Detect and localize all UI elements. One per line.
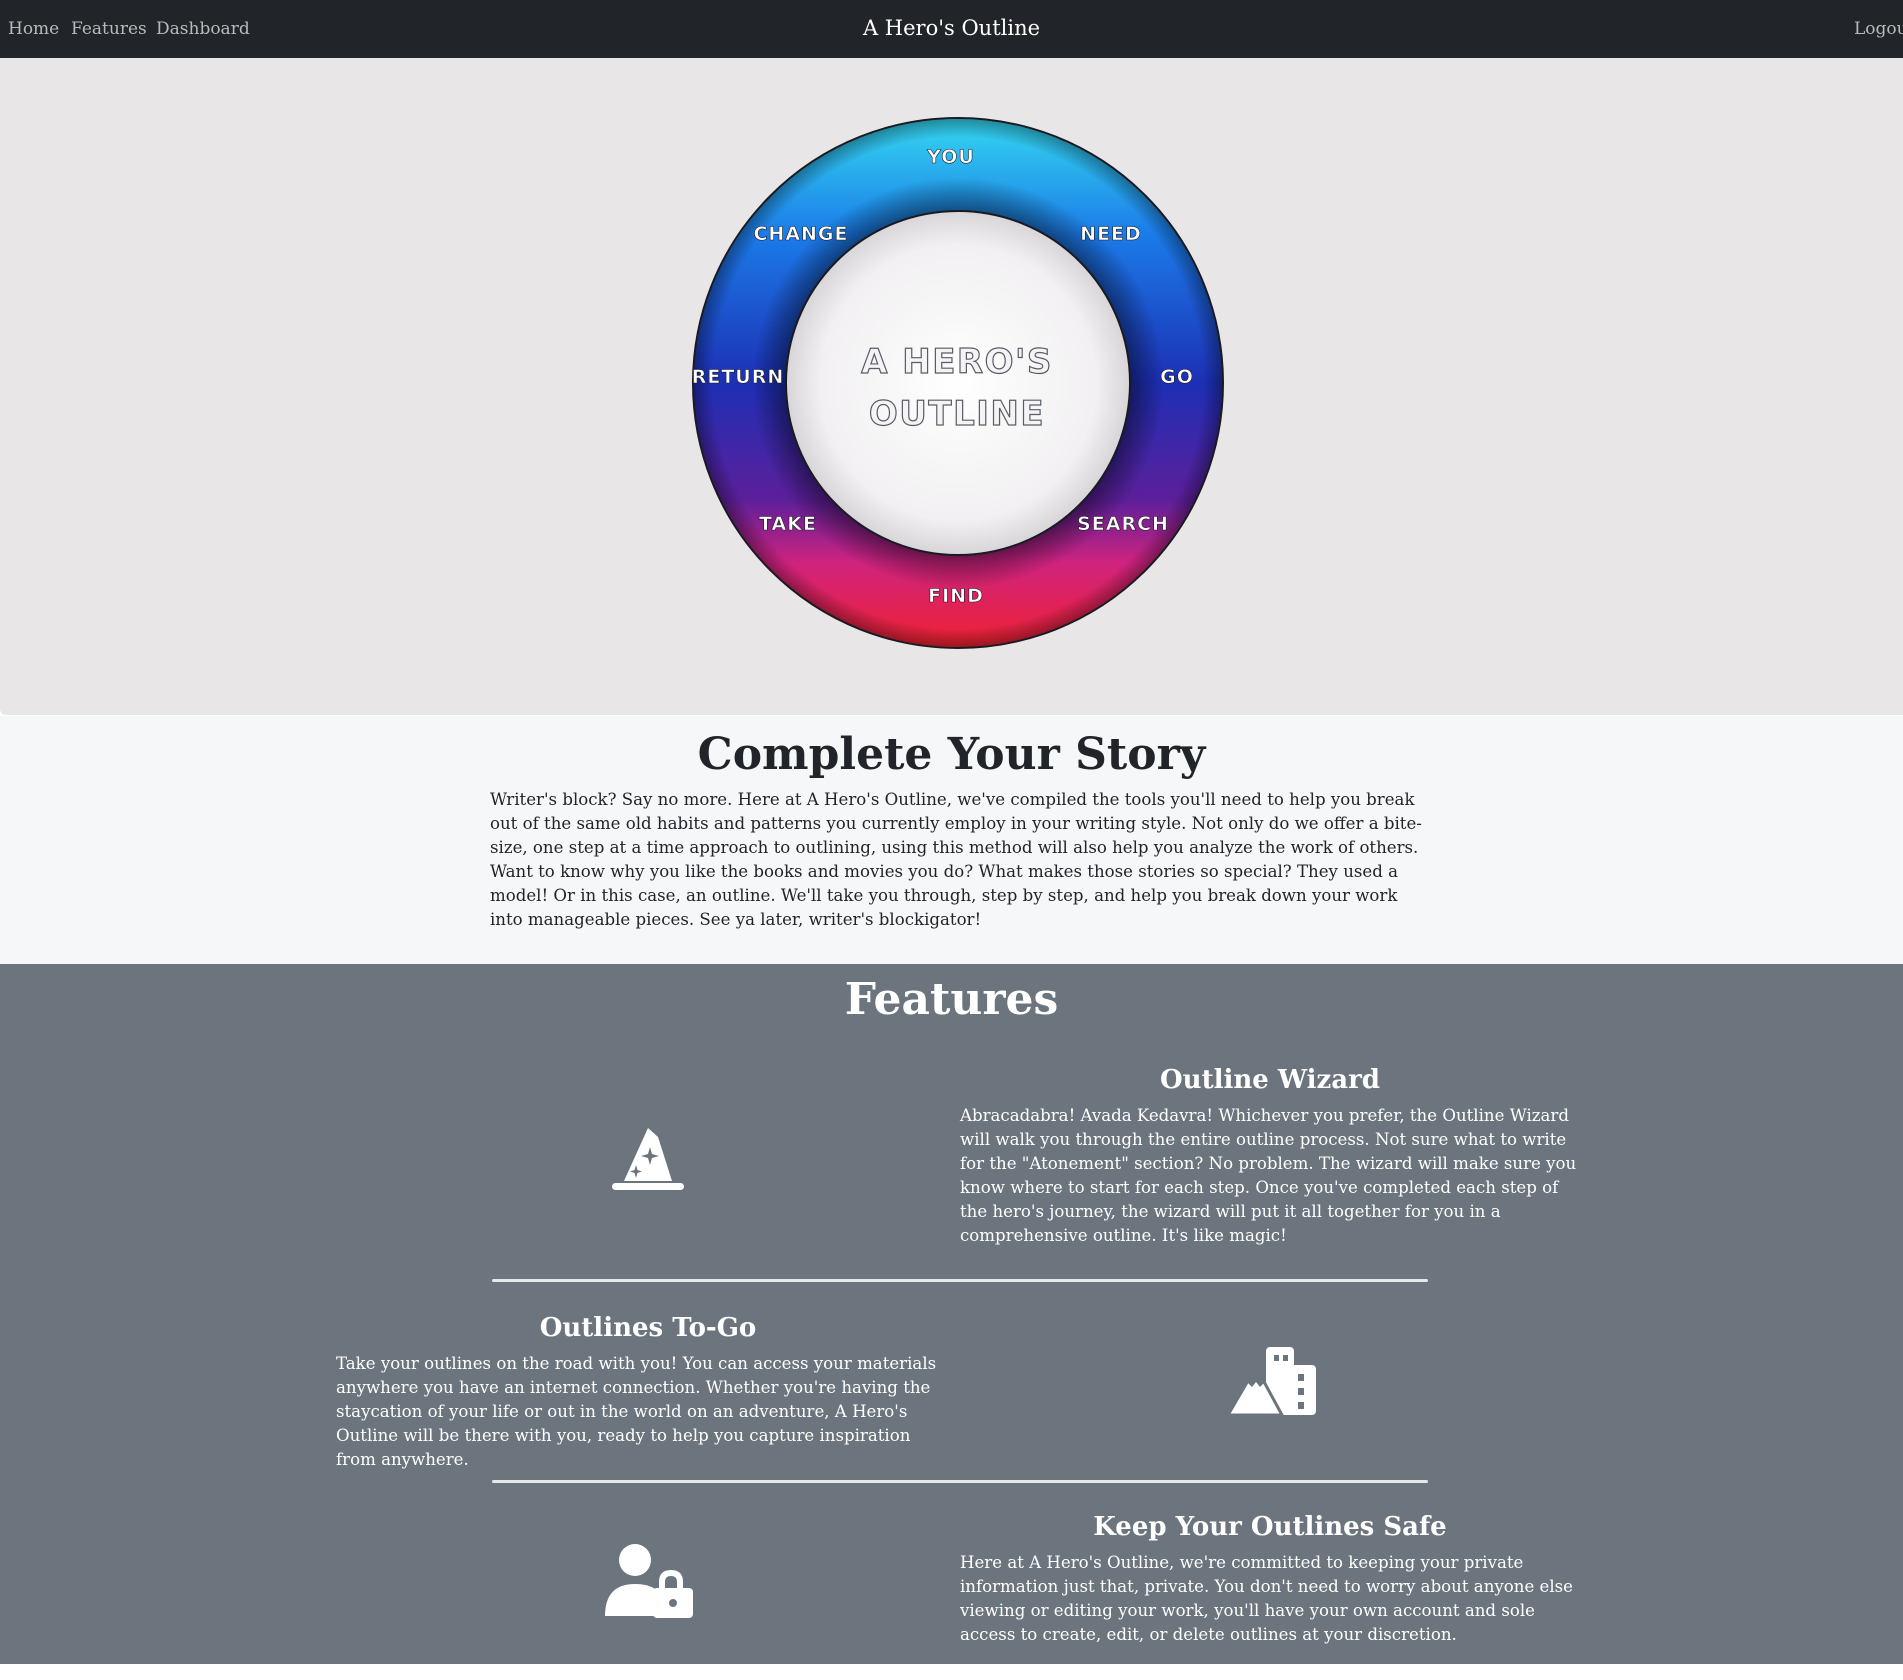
- wheel-step-find: FIND: [928, 585, 984, 607]
- hero-journey-wheel: YOU NEED GO SEARCH FIND TAKE RETURN CHAN…: [692, 117, 1224, 649]
- wheel-step-need: NEED: [1080, 223, 1142, 245]
- nav-logout-link[interactable]: Logou: [1854, 0, 1903, 58]
- wheel-title-line-2: OUTLINE: [869, 394, 1045, 434]
- wheel-center: [785, 210, 1131, 556]
- features-title: Features: [844, 974, 1059, 1025]
- feature-outline-wizard-heading: Outline Wizard: [1160, 1065, 1380, 1095]
- feature-outline-wizard-text: Abracadabra! Avada Kedavra! Whichever yo…: [960, 1106, 1577, 1245]
- user-lock-icon: [603, 1544, 695, 1618]
- wheel-title-line-1: A HERO'S: [861, 342, 1053, 382]
- story-title: Complete Your Story: [697, 729, 1206, 780]
- wheel-step-return: RETURN: [692, 366, 784, 388]
- story-text: Writer's block? Say no more. Here at A H…: [490, 790, 1422, 929]
- feature-keep-safe-heading: Keep Your Outlines Safe: [1093, 1512, 1447, 1542]
- navbar: Home Features Dashboard A Hero's Outline…: [0, 0, 1903, 58]
- feature-divider: [492, 1279, 1428, 1282]
- wheel-step-search: SEARCH: [1077, 513, 1169, 535]
- feature-outlines-to-go-heading: Outlines To-Go: [539, 1313, 757, 1343]
- mountain-city-icon: [1225, 1343, 1318, 1419]
- feature-outlines-to-go-text: Take your outlines on the road with you!…: [336, 1354, 937, 1469]
- wheel-step-change: CHANGE: [753, 223, 848, 245]
- feature-keep-safe-text: Here at A Hero's Outline, we're committe…: [960, 1553, 1573, 1644]
- navbar-brand[interactable]: A Hero's Outline: [0, 0, 1903, 58]
- wheel-step-take: TAKE: [759, 513, 817, 535]
- feature-divider: [492, 1480, 1428, 1483]
- wheel-step-go: GO: [1160, 366, 1194, 388]
- wheel-step-you: YOU: [926, 146, 975, 168]
- wizard-hat-icon: [610, 1119, 686, 1195]
